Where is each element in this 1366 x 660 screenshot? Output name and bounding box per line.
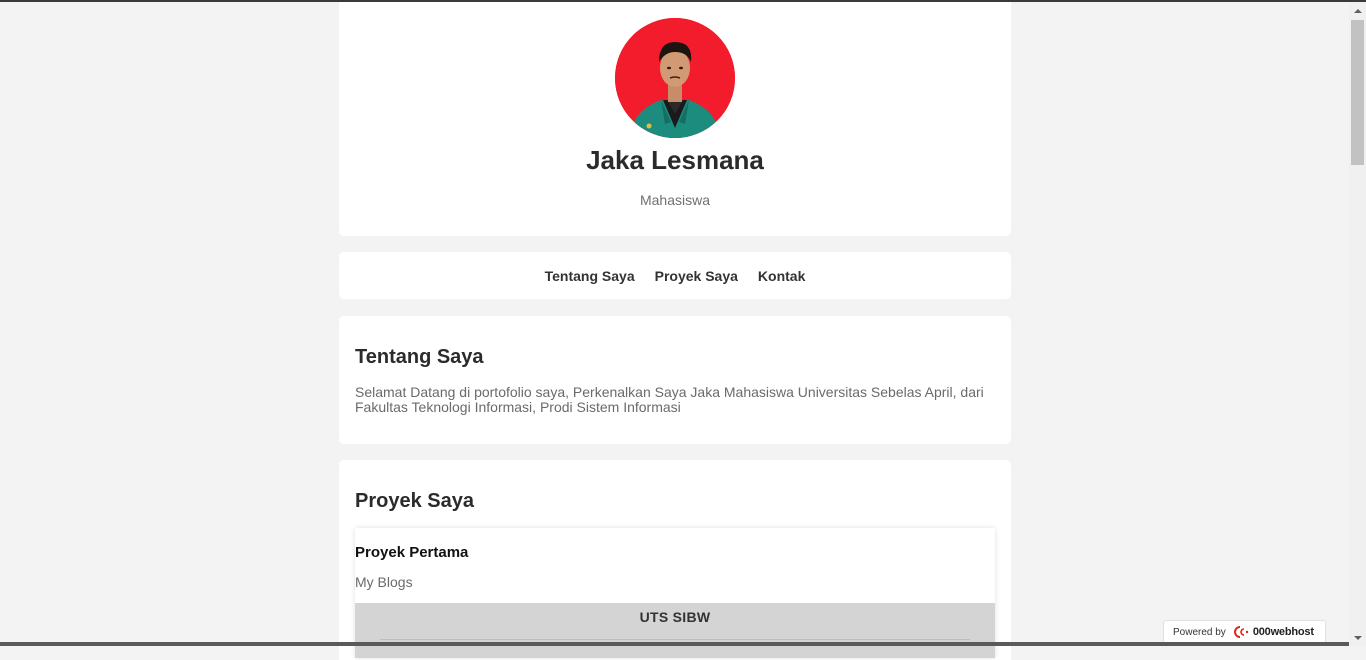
scrollbar-thumb[interactable] bbox=[1351, 20, 1364, 165]
profile-avatar bbox=[615, 18, 735, 138]
project-preview-image[interactable]: UTS SIBW bbox=[355, 603, 995, 658]
project-description: My Blogs bbox=[355, 574, 413, 590]
powered-by-badge[interactable]: Powered by 000webhost bbox=[1163, 620, 1326, 644]
about-title: Tentang Saya bbox=[355, 346, 484, 368]
vertical-scrollbar[interactable] bbox=[1349, 2, 1366, 646]
person-photo-icon bbox=[615, 18, 735, 138]
preview-divider bbox=[380, 639, 970, 640]
projects-title: Proyek Saya bbox=[355, 490, 474, 512]
nav-link-tentang-saya[interactable]: Tentang Saya bbox=[535, 268, 645, 284]
nav-link-proyek-saya[interactable]: Proyek Saya bbox=[645, 268, 748, 284]
badge-prefix: Powered by bbox=[1173, 626, 1226, 638]
scroll-up-arrow-icon[interactable] bbox=[1349, 2, 1366, 19]
about-section: Tentang Saya Selamat Datang di portofoli… bbox=[339, 316, 1011, 444]
scroll-down-arrow-icon[interactable] bbox=[1349, 629, 1366, 646]
page-container: Jaka Lesmana Mahasiswa Tentang Saya Proy… bbox=[339, 2, 1011, 660]
main-nav: Tentang Saya Proyek Saya Kontak bbox=[339, 252, 1011, 299]
about-text: Selamat Datang di portofolio saya, Perke… bbox=[355, 384, 984, 415]
profile-role: Mahasiswa bbox=[639, 192, 711, 208]
project-title: Proyek Pertama bbox=[355, 544, 469, 561]
projects-section: Proyek Saya Proyek Pertama My Blogs UTS … bbox=[339, 460, 1011, 660]
project-preview-title: UTS SIBW bbox=[639, 609, 711, 625]
nav-link-kontak[interactable]: Kontak bbox=[748, 268, 815, 284]
webhost-logo-icon bbox=[1233, 626, 1249, 638]
taskbar-strip bbox=[0, 642, 1349, 646]
profile-card: Jaka Lesmana Mahasiswa bbox=[339, 2, 1011, 236]
profile-name: Jaka Lesmana bbox=[586, 145, 764, 175]
badge-brand: 000webhost bbox=[1252, 626, 1314, 638]
project-card[interactable]: Proyek Pertama My Blogs UTS SIBW bbox=[355, 528, 995, 658]
